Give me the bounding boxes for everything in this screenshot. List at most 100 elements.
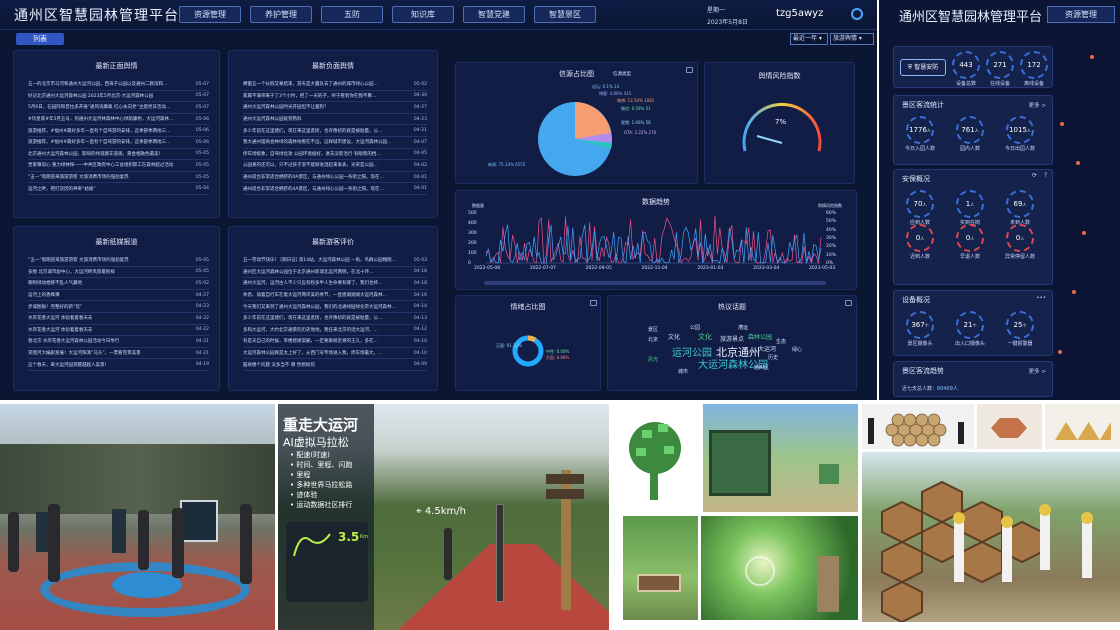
map-marker[interactable] xyxy=(1076,161,1080,165)
pie-label: 博客: 4.86% 415 xyxy=(599,91,632,96)
news-row[interactable]: 通州大运河，运河古人不少只应有粉多半人生命要有哪了，我们也终… 04-18 xyxy=(243,278,427,290)
news-row[interactable]: 公园真的还可以，只不过孩子湿不能够进湿起来发表，光荣是公园… 04-02 xyxy=(243,160,427,172)
news-date: 04-19 xyxy=(195,362,209,368)
stat-label: 早退人数 xyxy=(959,254,980,260)
news-row[interactable]: 休息。骑着自行车在着大运河两岸美的季节，一直感湖湖湖大运河森林… 04-16 xyxy=(243,290,427,302)
news-row[interactable]: 多少年前在这里建们，现在来这里逛街，也许像初的就是被贴量，公… 04-13 xyxy=(243,313,427,325)
help-icon[interactable]: ? xyxy=(1044,172,1047,179)
word-cloud-term[interactable]: 大运河 xyxy=(758,344,776,353)
news-row[interactable]: 多和大运河，大约北京通景的历史地地，我任来北京的话大运河，… 04-12 xyxy=(243,325,427,337)
news-row[interactable]: 好记北京通州大运河森林公园 2023年5月北京·大运河森林公园 05-07 xyxy=(28,91,209,103)
news-row[interactable]: 聊和绿动相继不乱人气藏地 05-02 xyxy=(28,278,209,290)
news-date: 04-27 xyxy=(195,292,209,298)
topic-select[interactable]: 旅游舆情 ▾ xyxy=(830,33,874,45)
word-cloud-term[interactable]: 文化 xyxy=(698,332,712,342)
word-cloud-term[interactable]: 北京 xyxy=(648,336,658,343)
stat-value: 443 xyxy=(959,61,973,69)
more-icon[interactable]: ••• xyxy=(1036,295,1046,301)
word-cloud-term[interactable]: 旅游景点 xyxy=(720,334,744,343)
word-cloud-term[interactable]: 文化 xyxy=(668,332,680,341)
word-cloud-term[interactable]: 通州区 xyxy=(754,364,769,371)
news-row[interactable]: 旅游推荐，#福州#最好多年一直有个自驾游的安排，这季部季两地三… 05-06 xyxy=(28,125,209,137)
news-row[interactable]: 5月6日，石园际和普拉多开展“通风询康桑 红心永向党”主题党日活动… 05-07 xyxy=(28,102,209,114)
nav-maintenance[interactable]: 养护管理 xyxy=(250,6,312,23)
nav-five-prevention[interactable]: 五防 xyxy=(321,6,383,23)
more-link[interactable]: 更多 > xyxy=(1029,101,1046,109)
pie-label: OTA: 2.22% 270 xyxy=(624,130,657,135)
range-select[interactable]: 最近一年 ▾ xyxy=(790,33,828,45)
news-row[interactable]: 运河之畔，把打双因的神奇“姑娘” 05-04 xyxy=(28,183,209,195)
news-row[interactable]: #玩星家#年5月五号，到通州大运河林森林中心绿荫康桥，大运河森林… 05-06 xyxy=(28,114,209,126)
news-row[interactable]: 通州区大运河森林公园位于北京通州新城北运河两侧，在北十环… 04-18 xyxy=(243,267,427,279)
word-cloud-term[interactable]: 公园 xyxy=(690,324,700,331)
more-link[interactable]: 更多 > xyxy=(1029,367,1046,375)
nav-resource-management[interactable]: 资源管理 xyxy=(179,6,241,23)
news-title: 大运河森林公园真是太上好了，从西门号专场进入我，停车场最大，… xyxy=(243,351,383,357)
news-row[interactable]: 停车场极象，自驾绿化攻 公园环境极好，进去没影治行 有眼帮的挡… 04-05 xyxy=(243,149,427,161)
side-nav-resource-management[interactable]: 资源管理 xyxy=(1047,6,1115,23)
word-cloud-term[interactable]: 城市 xyxy=(678,368,688,375)
panel-title: 最新纸媒报道 xyxy=(95,238,138,246)
news-row[interactable]: 水岸花香大运河 体验着着春天去 04-22 xyxy=(28,325,209,337)
news-row[interactable]: 步城图报！完整好的新“玩” 04-23 xyxy=(28,301,209,313)
news-row[interactable]: 五一劳动节快乐！ [期日记] 第14站，大运河森林公园 —角，鸟群公园翱翔… 05… xyxy=(243,255,427,267)
speed-overlay: ⌖ 4.5km/h xyxy=(416,506,466,517)
nav-smart-scenic[interactable]: 智慧景区 xyxy=(534,6,596,23)
news-row[interactable]: 通州大运河森林公园时光开园但不让遛狗？ 04-27 xyxy=(243,102,427,114)
map-marker[interactable] xyxy=(1060,122,1064,126)
news-row[interactable]: 大运河森林公园真是太上好了，从西门号专场进入我，停车场最大，… 04-10 xyxy=(243,348,427,360)
donut-positive xyxy=(512,335,544,367)
map-marker[interactable] xyxy=(1090,55,1094,59)
news-row[interactable]: 赏图河大编剧发展！大运河辉演“马头”，一票看完景美景 04-21 xyxy=(28,348,209,360)
word-cloud-term[interactable]: 景区 xyxy=(648,326,658,333)
stat-unit: 人 xyxy=(1022,202,1027,207)
news-row[interactable]: 五一的北京市马河和通州大运河公园，西海子公园以及通州二教滨和… 05-07 xyxy=(28,79,209,91)
run-subtitle: AI虚拟马拉松 xyxy=(283,436,349,449)
news-date: 05-02 xyxy=(195,280,209,286)
word-cloud-term[interactable]: 森林公园 xyxy=(748,332,772,341)
range-scrollbar[interactable] xyxy=(484,281,826,285)
news-row[interactable]: 贾家镇母心 重力绿林探——中共区政府中心工会组织职工在森林超过活动 05-05 xyxy=(28,160,209,172)
refresh-icon[interactable]: ⟳ xyxy=(1032,172,1037,179)
news-row[interactable]: 通州大运河森林公园就到熟料 04-23 xyxy=(243,114,427,126)
word-cloud-term[interactable]: 历史 xyxy=(768,354,778,361)
nav-party-building[interactable]: 智慧党建 xyxy=(463,6,525,23)
news-row[interactable]: 今天我们又来到了通州大运河森林公园，我们的北通绿园绿化带大运河森林… 04-14 xyxy=(243,301,427,313)
news-row[interactable]: 家属不满带来于了3个小时，把了一天的子，终于看到你在我不算… 04-30 xyxy=(243,91,427,103)
username: tzg5awyz xyxy=(776,8,824,19)
gear-icon[interactable] xyxy=(851,8,863,20)
run-feature-item: • 迹体验 xyxy=(290,491,318,499)
news-row[interactable]: 运河上的香樟薄 04-27 xyxy=(28,290,209,302)
word-cloud-term[interactable]: 生态 xyxy=(776,338,786,345)
side-panel-title: 设备概况 xyxy=(902,296,930,304)
news-row[interactable]: 北京通州大运河森林公园，影响的绿道路车道观，黄金相融色最美！ 05-05 xyxy=(28,149,209,161)
news-row[interactable]: 水岸花香大运河 体验着着春天去 04-22 xyxy=(28,313,209,325)
stat-ring: 1015人 xyxy=(1006,116,1034,144)
news-row[interactable]: 旅游推荐，#福州#最好多年一直有个自驾游的安排，这季部季两地三… 05-06 xyxy=(28,137,209,149)
news-title: 五一的北京市马河和通州大运河公园，西海子公园以及通州二教滨和… xyxy=(28,82,168,88)
map-marker[interactable] xyxy=(1072,290,1076,294)
download-icon[interactable] xyxy=(845,300,852,306)
word-cloud-term[interactable]: 漕运 xyxy=(738,324,748,331)
news-row[interactable]: 通州适合非常适合拥挤的4A景区，与通州绿心公园一条街之隔，现在… 04-01 xyxy=(243,183,427,195)
x-tick-label: 2022-07-07 xyxy=(529,266,556,271)
list-tab[interactable]: 列表 xyxy=(16,33,64,45)
news-row[interactable]: “五一”假期迎来旅游游客 文旅消费市场的强劲复苏 05-05 xyxy=(28,172,209,184)
word-cloud-term[interactable]: 绿心 xyxy=(792,346,802,353)
news-row[interactable]: 多少年前在这里建们，现在来这里逛街，也许像初的就是被贴量，公… 04-21 xyxy=(243,125,427,137)
news-row[interactable]: 这个春天，来大运河园赏醒越越人美景！ 04-19 xyxy=(28,359,209,371)
news-row[interactable]: 我大通州理商会林绿的森林地看在不远，这样城市建设，大运河森林公园… 04-07 xyxy=(243,137,427,149)
news-title: 好记北京通州大运河森林公园 2023年5月北京·大运河森林公园 xyxy=(28,93,154,99)
news-row[interactable]: “五一”假期迎来旅游游客 文旅消费市场的强劲复苏 05-05 xyxy=(28,255,209,267)
map-marker[interactable] xyxy=(1058,350,1062,354)
word-cloud-term[interactable]: 风光 xyxy=(648,356,658,363)
map-marker[interactable] xyxy=(1082,231,1086,235)
news-row[interactable]: 通州适合非常适合拥挤的4A景区，与通州绿心公园一条街之隔，现在… 04-01 xyxy=(243,172,427,184)
news-row[interactable]: 脑商楼个问题 没多当不 哪 然想如何 04-09 xyxy=(243,359,427,371)
news-row[interactable]: 春北京 水岸花香大运河森林公园活动今日举行 04-21 xyxy=(28,336,209,348)
news-row[interactable]: 有是天自己的时候，率楼感谢案删，一定要跟很近将的王久，多在… 04-10 xyxy=(243,336,427,348)
news-row[interactable]: 蝉蜜五一个长假又要结束，游天是大露队去了通州的城市绿心公园… 05-02 xyxy=(243,79,427,91)
news-row[interactable]: 多图 北京城市副中心，大运河畔风景最别样 05-05 xyxy=(28,267,209,279)
nav-knowledge-base[interactable]: 知识库 xyxy=(392,6,454,23)
run-feature-item: • 运动数据社区排行 xyxy=(290,501,353,509)
